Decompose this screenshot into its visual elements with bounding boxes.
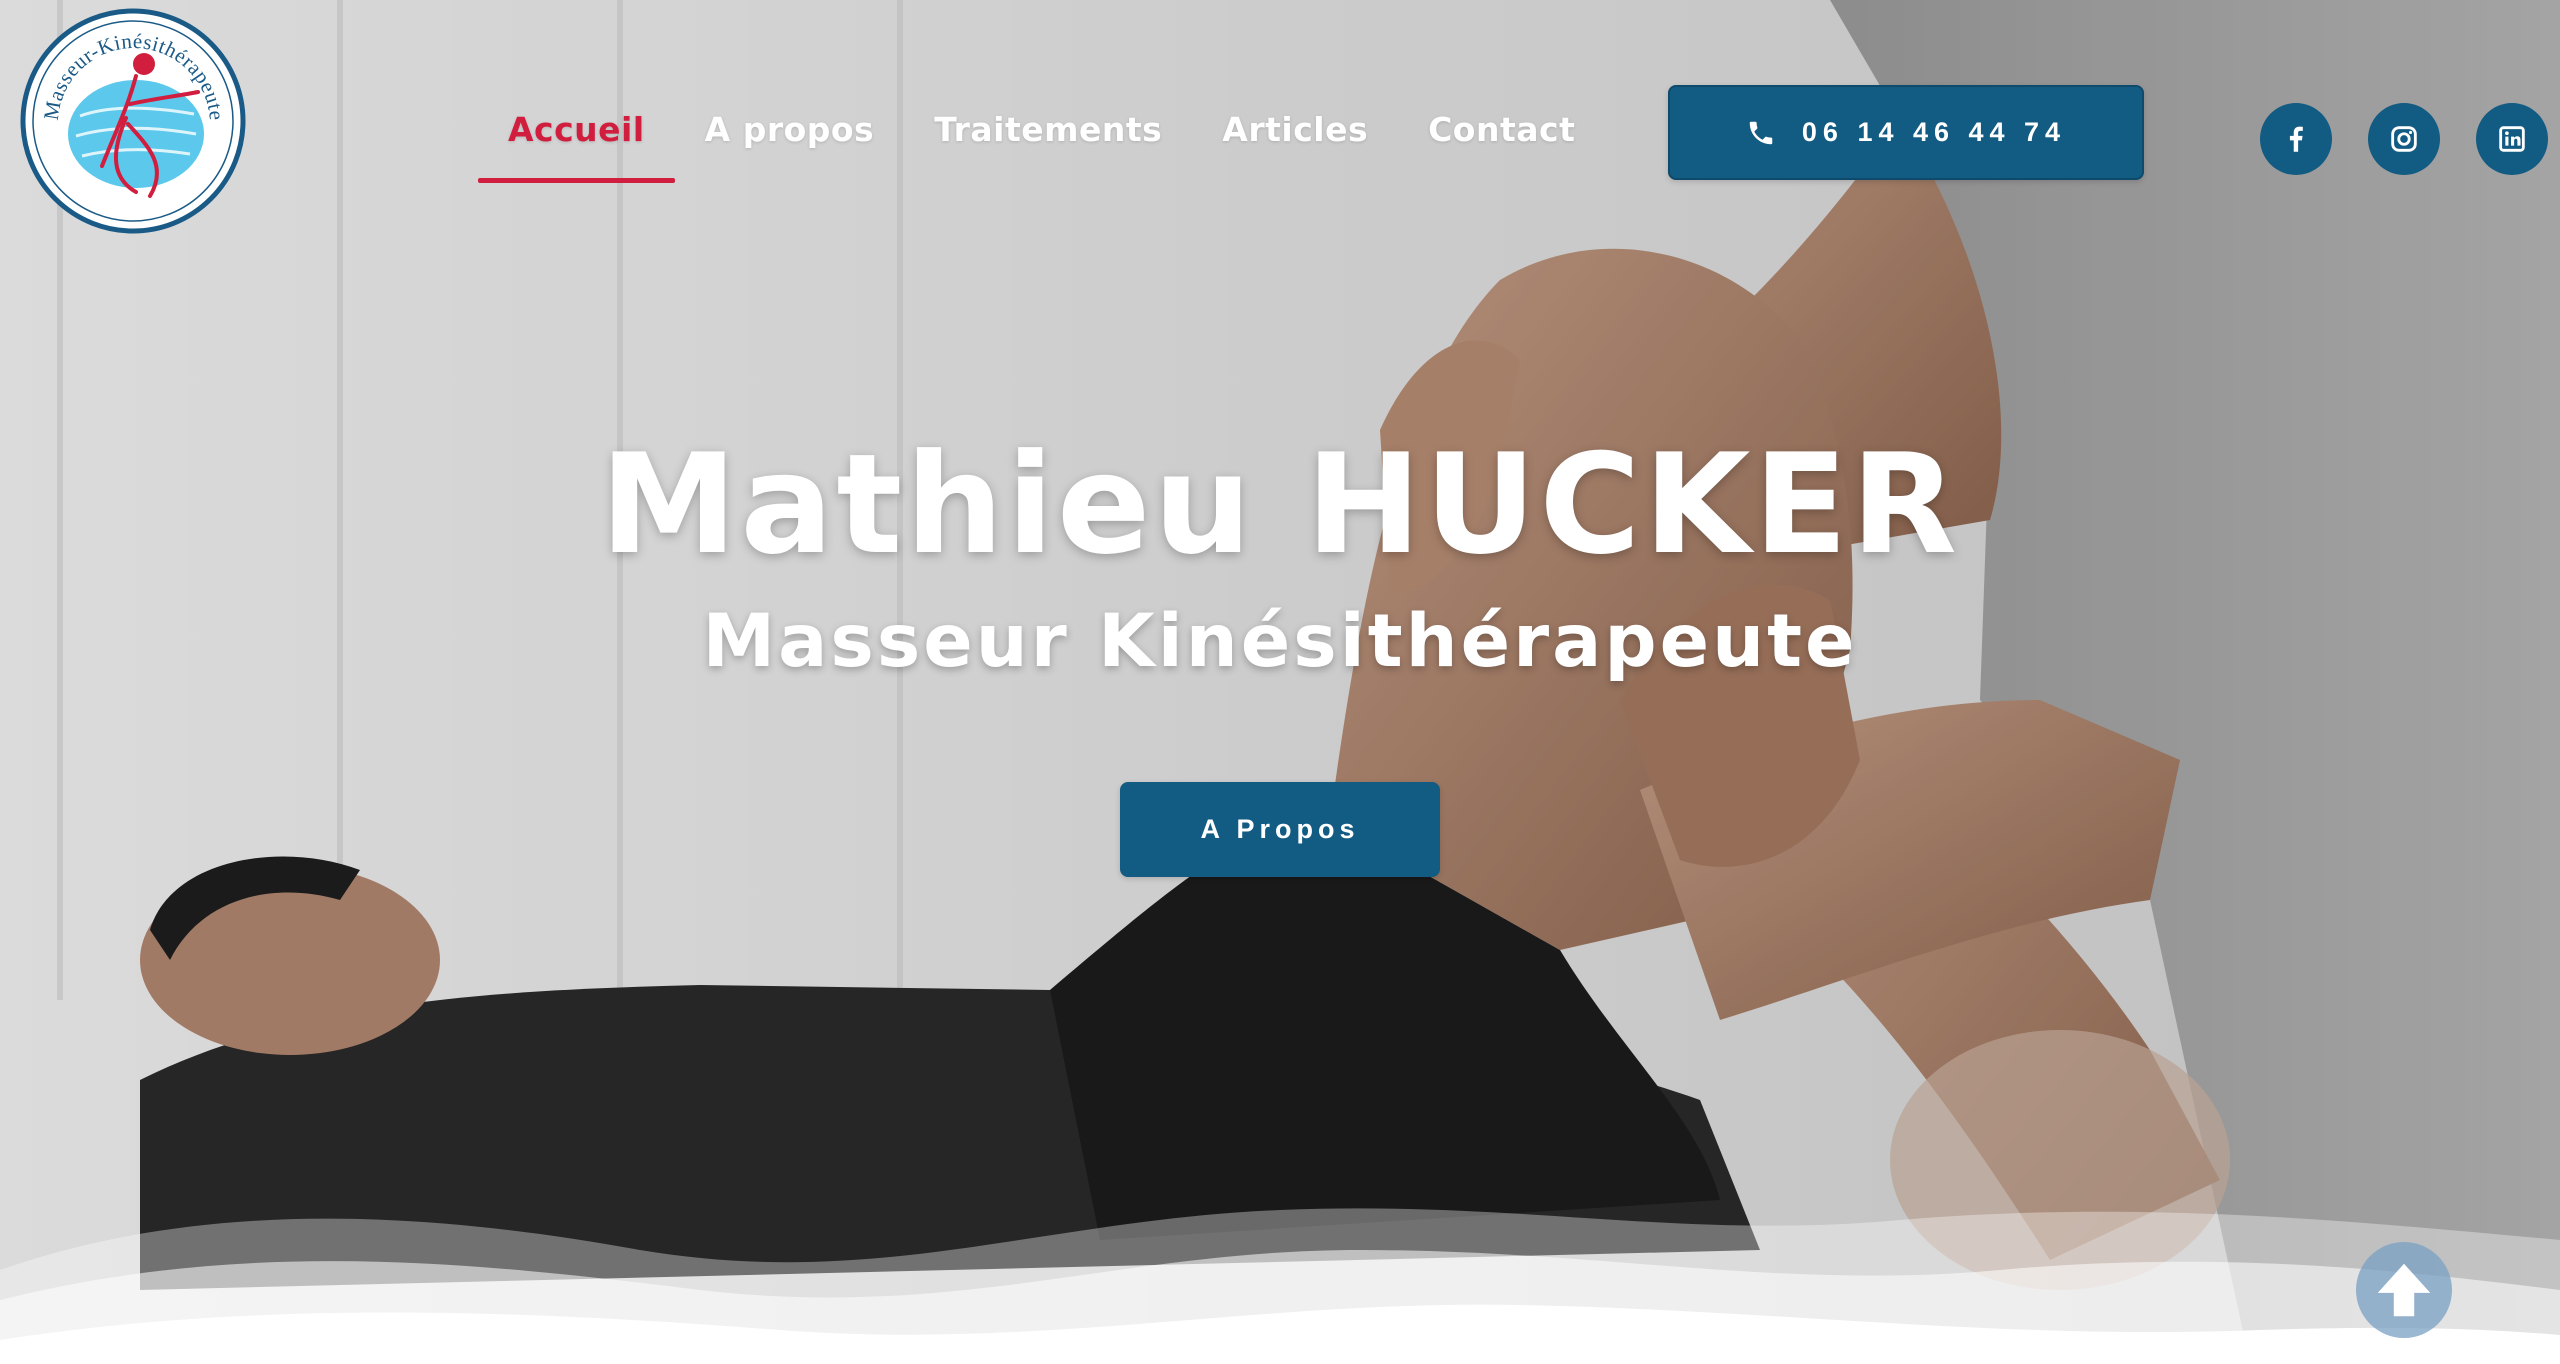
- facebook-link[interactable]: [2260, 103, 2332, 175]
- phone-icon: [1749, 121, 1773, 144]
- instagram-link[interactable]: [2368, 103, 2440, 175]
- linkedin-icon: [2499, 126, 2525, 152]
- a-propos-button[interactable]: A Propos: [1120, 782, 1440, 877]
- nav-item-accueil[interactable]: Accueil: [478, 108, 675, 188]
- nav-item-a-propos[interactable]: A propos: [675, 108, 905, 188]
- logo-emblem: Masseur-Kinésithérapeute: [20, 8, 246, 234]
- phone-number: 06 14 46 44 74: [1801, 117, 2067, 147]
- phone-button[interactable]: 06 14 46 44 74: [1668, 85, 2144, 180]
- back-to-top-button[interactable]: [2356, 1242, 2452, 1338]
- facebook-icon: [2289, 126, 2303, 152]
- instagram-icon: [2391, 126, 2417, 152]
- nav-item-traitements[interactable]: Traitements: [904, 108, 1192, 188]
- hero-title: Mathieu HUCKER: [599, 424, 1961, 585]
- main-nav: Accueil A propos Traitements Articles Co…: [478, 108, 1605, 188]
- nav-item-articles[interactable]: Articles: [1192, 108, 1398, 188]
- wave-divider: [0, 1208, 2560, 1364]
- arrow-up-icon: [2377, 1263, 2431, 1317]
- linkedin-link[interactable]: [2476, 103, 2548, 175]
- hero-subtitle: Masseur Kinésithérapeute: [702, 599, 1858, 684]
- site-logo[interactable]: Masseur-Kinésithérapeute: [18, 6, 248, 236]
- nav-item-contact[interactable]: Contact: [1398, 108, 1605, 188]
